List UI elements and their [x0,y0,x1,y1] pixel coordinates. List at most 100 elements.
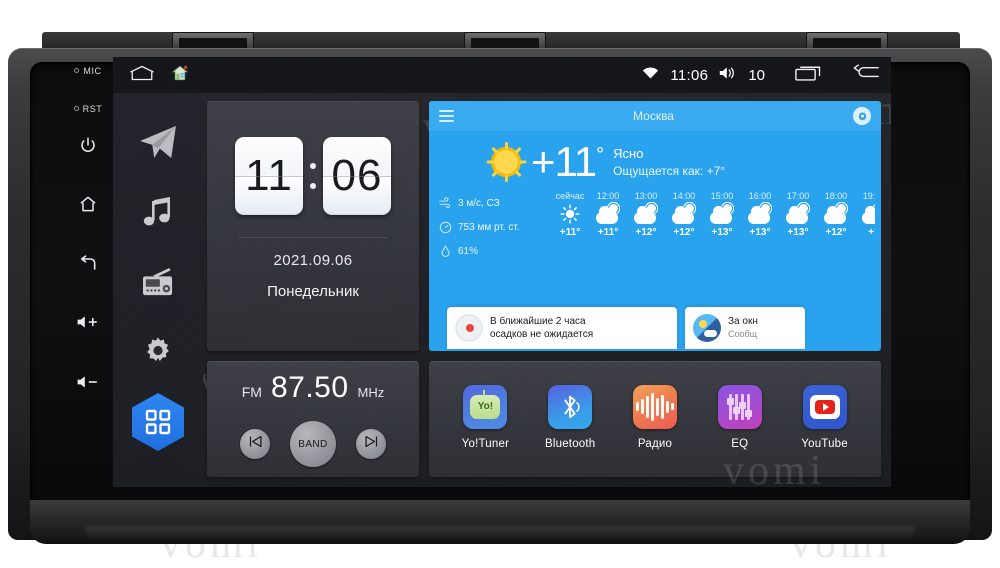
sidebar-item-music[interactable] [124,177,192,247]
gear-icon [142,336,174,368]
hour-temp: +13° [749,227,771,238]
weather-temperature: +11° [531,141,604,183]
partly-cloudy-icon [824,201,849,224]
music-note-icon [143,196,173,228]
home-icon [60,194,116,214]
clock-weekday: Понедельник [267,283,359,300]
prev-station-button[interactable] [240,429,270,459]
home-screen: 11 06 2021.09.06 Понедельник Москва +11°… [113,93,891,487]
recent-apps-icon[interactable] [795,64,823,86]
mic-hole: MIC [60,62,116,80]
weather-stat-wind: 3 м/с, СЗ [439,191,551,215]
weather-hourly-strip[interactable]: сейчас +11° 12:00 +11° 13:00 +12° 14:00 … [551,191,875,263]
partly-cloudy-icon [634,201,659,224]
volume-up-button[interactable] [60,314,116,330]
back-arrow-icon[interactable] [853,64,879,86]
power-button[interactable] [60,136,116,154]
app-label: Bluetooth [544,437,596,450]
hourly-item: 18:00 +12° [817,191,855,263]
touchscreen[interactable]: vomi vomi vomi vomi [113,57,891,487]
sky-icon [693,314,721,342]
hamburger-icon[interactable] [439,107,454,125]
app-youtube[interactable]: YouTube [789,384,861,450]
partly-cloudy-icon [786,201,811,224]
clock-widget[interactable]: 11 06 2021.09.06 Понедельник [207,101,419,351]
app-yotuner[interactable]: Yo! Yo!Tuner [449,384,521,450]
app-rail [113,93,203,487]
card-line2: осадков не ожидается [490,329,594,340]
hourly-item: сейчас +11° [551,191,589,263]
volume-up-icon [60,314,116,330]
hour-temp: +11° [559,227,581,238]
hour-temp: +13° [787,227,809,238]
hour-temp: +12° [635,227,657,238]
hour-label: 13:00 [634,191,658,201]
prev-station-icon [248,435,263,453]
radio-unit: MHz [357,385,385,400]
back-button[interactable] [60,254,116,274]
app-label: YouTube [801,437,848,450]
app-bluetooth[interactable]: Bluetooth [534,384,606,450]
gear-icon[interactable] [853,107,871,125]
hour-temp: +11° [597,227,619,238]
sidebar-item-navigation[interactable] [124,107,192,177]
shelter-outline-icon[interactable] [129,65,155,86]
app-radio[interactable]: Радио [619,384,691,450]
youtube-icon [802,384,847,429]
band-button[interactable]: BAND [290,421,336,467]
sunny-icon [551,201,589,227]
hardware-button-column: MIC RST [60,62,116,482]
weather-stats: 3 м/с, СЗ 753 мм рт. ст. 61% [439,191,551,263]
card-line2: Сообщ [728,329,758,339]
humidity-value: 61% [458,245,479,257]
sidebar-item-settings[interactable] [124,317,192,387]
volume-down-icon [60,374,116,390]
bottom-bezel-lip [30,500,970,544]
app-eq[interactable]: EQ [704,384,776,450]
band-label: BAND [298,438,328,450]
divider [238,237,388,238]
reset-button[interactable]: RST [60,100,116,118]
clock-colon [307,163,319,189]
humidity-icon [439,244,452,258]
next-station-button[interactable] [356,429,386,459]
volume-down-button[interactable] [60,374,116,390]
weather-header: Москва [429,101,881,131]
app-label: Радио [637,437,673,450]
radio-band: FM [241,384,262,400]
home-button[interactable] [60,194,116,214]
card-line1: За окн [728,316,758,327]
hour-temp: +13° [711,227,733,238]
bluetooth-icon [548,384,593,429]
sidebar-item-all-apps[interactable] [124,387,192,457]
app-label: EQ [731,437,749,450]
weather-condition: Ясно [613,146,644,162]
card-line1: В ближайшие 2 часа [490,316,586,327]
outside-card[interactable]: За окн Сообщ [685,307,805,349]
house-app-icon[interactable] [171,64,189,87]
weather-stat-humidity: 61% [439,239,551,263]
pressure-value: 753 мм рт. ст. [458,221,520,233]
car-head-unit: vomi vomi vomi vomi MIC RST [0,0,1000,567]
hour-temp: +12° [825,227,847,238]
radio-widget[interactable]: FM 87.50 MHz BAND [207,361,419,477]
hour-label: 17:00 [786,191,810,201]
weather-widget[interactable]: Москва +11° Ясно Ощущается как: +7° 3 м/… [429,101,881,351]
hour-temp: +12° [673,227,695,238]
hour-temp: +1 [868,227,875,238]
clock-hours: 11 [245,151,293,200]
partly-cloudy-icon [862,201,875,224]
clock-minutes: 06 [331,151,383,200]
weather-cards: В ближайшие 2 часа осадков не ожидается … [429,307,881,351]
pressure-icon [439,221,452,234]
wifi-icon[interactable] [642,66,659,84]
hourly-item: 13:00 +12° [627,191,665,263]
hourly-item: 15:00 +13° [703,191,741,263]
app-shortcuts-widget: Yo! Yo!Tuner Bluetooth Радио EQ YouTube [429,361,881,477]
hour-label: сейчас [555,191,585,201]
back-icon [60,254,116,274]
sidebar-item-radio[interactable] [124,247,192,317]
volume-icon[interactable] [719,66,737,85]
precipitation-card[interactable]: В ближайшие 2 часа осадков не ожидается [447,307,677,349]
hour-label: 18:00 [824,191,848,201]
